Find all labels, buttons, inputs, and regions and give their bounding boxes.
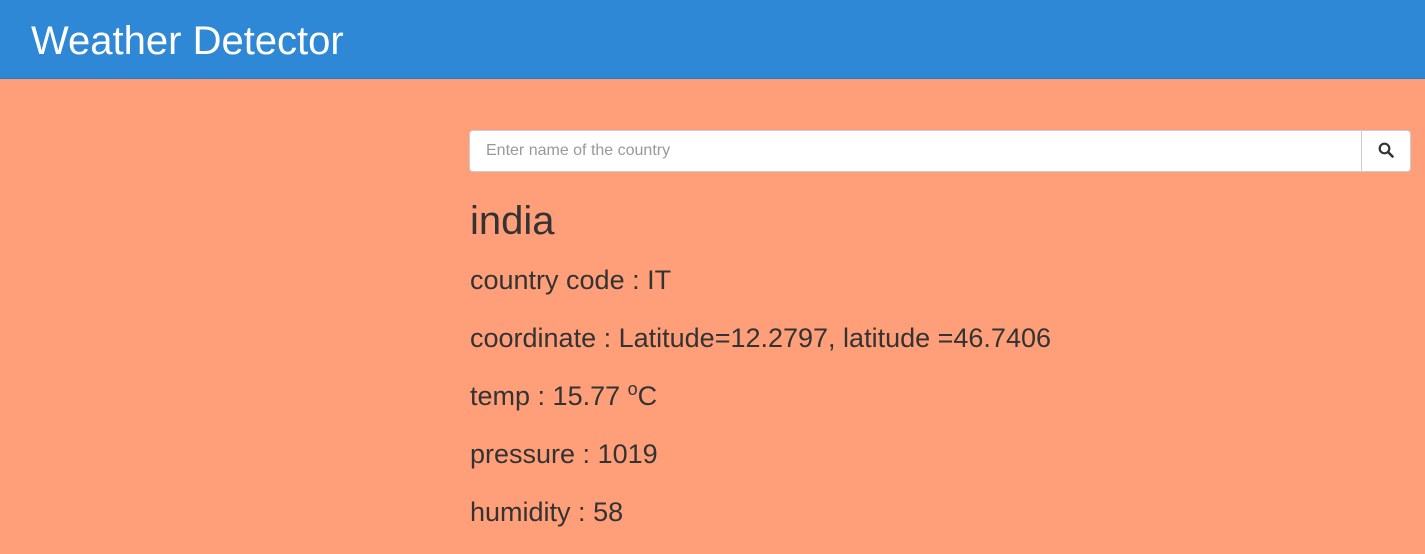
temperature-label: temp: [470, 381, 531, 411]
search-bar: [469, 130, 1411, 172]
humidity-value: 58: [593, 497, 624, 527]
country-code-value: IT: [647, 265, 672, 295]
app-title[interactable]: Weather Detector: [31, 18, 344, 64]
degree-symbol: o: [627, 379, 638, 399]
temperature-unit: C: [637, 381, 658, 411]
search-icon: [1378, 142, 1394, 161]
coordinate-label: coordinate: [470, 323, 597, 353]
country-code-row: country code : IT: [470, 265, 672, 295]
coordinate-value: Latitude=12.2797, latitude =46.7406: [618, 323, 1051, 353]
humidity-label: humidity: [470, 497, 571, 527]
temperature-row: temp : 15.77 oC: [470, 379, 658, 411]
temperature-value: 15.77: [552, 381, 621, 411]
coordinate-row: coordinate : Latitude=12.2797, latitude …: [470, 323, 1051, 353]
country-search-input[interactable]: [469, 130, 1361, 172]
city-name: india: [470, 199, 555, 243]
pressure-label: pressure: [470, 439, 576, 469]
search-button[interactable]: [1361, 130, 1411, 172]
pressure-row: pressure : 1019: [470, 439, 658, 469]
country-code-label: country code: [470, 265, 625, 295]
navbar: Weather Detector: [0, 0, 1425, 79]
weather-results: india country code : IT coordinate : Lat…: [470, 196, 1370, 554]
pressure-value: 1019: [597, 439, 658, 469]
humidity-row: humidity : 58: [470, 497, 624, 527]
